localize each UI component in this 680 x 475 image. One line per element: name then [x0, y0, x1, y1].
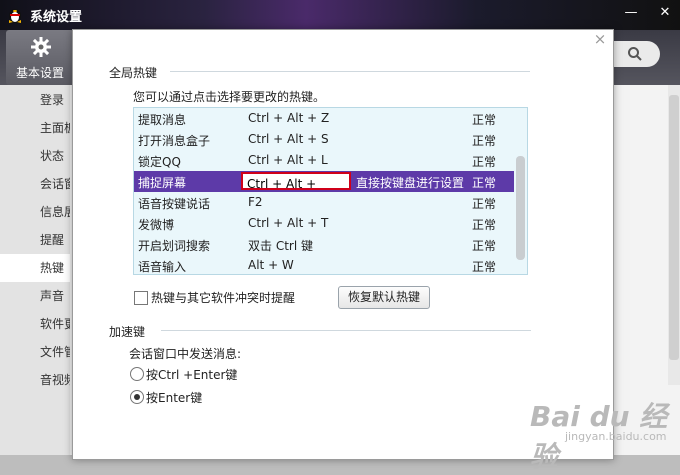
- sidebar-item-audio-video[interactable]: 音视频: [0, 366, 70, 394]
- conflict-alert-label[interactable]: 热键与其它软件冲突时提醒: [151, 289, 295, 306]
- hotkey-name: 提取消息: [138, 113, 187, 127]
- hotkey-row[interactable]: 开启划词搜索 双击 Ctrl 键 正常: [134, 234, 514, 255]
- radio-enter[interactable]: [130, 390, 144, 404]
- hotkeys-hint: 您可以通过点击选择要更改的热键。: [133, 90, 326, 104]
- hotkey-combo: Ctrl + Alt + Z: [248, 111, 330, 125]
- sidebar-item-chat-window[interactable]: 会话窗: [0, 170, 70, 198]
- hotkey-status: 正常: [472, 197, 497, 211]
- radio-ctrl-enter[interactable]: [130, 367, 144, 381]
- conflict-alert-checkbox[interactable]: [134, 291, 148, 305]
- sidebar-item-reminders[interactable]: 提醒: [0, 226, 70, 254]
- window-title: 系统设置: [30, 10, 83, 25]
- hotkey-name: 语音按键说话: [138, 197, 211, 211]
- sidebar-item-login[interactable]: 登录: [0, 86, 70, 114]
- hotkey-list-scrollbar-thumb[interactable]: [516, 156, 525, 260]
- hotkey-name: 锁定QQ: [138, 155, 181, 169]
- hotkey-row[interactable]: 语音输入 Alt + W 正常: [134, 255, 514, 274]
- hotkey-list: 提取消息 Ctrl + Alt + Z 正常 打开消息盒子 Ctrl + Alt…: [133, 107, 528, 275]
- radio-enter-label[interactable]: 按Enter键: [146, 389, 202, 406]
- hotkey-row-selected[interactable]: 捕捉屏幕 Ctrl + Alt + 直接按键盘进行设置 正常: [134, 171, 514, 192]
- hotkey-status: 正常: [472, 239, 497, 253]
- hotkey-name: 发微博: [138, 218, 175, 232]
- hotkey-edit-field[interactable]: Ctrl + Alt +: [241, 172, 351, 191]
- hotkey-status: 正常: [472, 134, 497, 148]
- qq-penguin-icon: [6, 6, 24, 24]
- search-icon: [628, 47, 642, 61]
- sidebar-item-file-management[interactable]: 文件管: [0, 338, 70, 366]
- hotkey-name: 捕捉屏幕: [138, 176, 187, 190]
- dialog-close-button[interactable]: ×: [592, 31, 608, 47]
- sidebar-item-info-display[interactable]: 信息展: [0, 198, 70, 226]
- hotkey-row[interactable]: 锁定QQ Ctrl + Alt + L 正常: [134, 150, 514, 171]
- hotkey-row[interactable]: 发微博 Ctrl + Alt + T 正常: [134, 213, 514, 234]
- hotkey-row[interactable]: 打开消息盒子 Ctrl + Alt + S 正常: [134, 129, 514, 150]
- sidebar-item-software-update[interactable]: 软件更: [0, 310, 70, 338]
- title-bar: 系统设置 — ✕: [0, 0, 680, 30]
- hotkey-combo: 双击 Ctrl 键: [248, 239, 313, 253]
- send-message-label: 会话窗口中发送消息:: [129, 347, 242, 361]
- hotkey-status: 正常: [472, 260, 497, 274]
- tab-basic-settings[interactable]: 基本设置: [6, 30, 74, 85]
- hotkey-status: 正常: [472, 218, 497, 232]
- hotkey-row[interactable]: 语音按键说话 F2 正常: [134, 192, 514, 213]
- hotkey-edit-value: Ctrl + Alt +: [247, 177, 317, 191]
- close-window-button[interactable]: ✕: [652, 2, 678, 24]
- section-divider: [170, 71, 530, 72]
- section-divider: [161, 330, 531, 331]
- settings-sidebar: 登录 主面板 状态 会话窗 信息展 提醒 热键 声音 软件更 文件管 音视频: [0, 85, 70, 475]
- minimize-button[interactable]: —: [618, 2, 644, 24]
- content-scrollbar-thumb[interactable]: [669, 95, 679, 360]
- hotkey-name: 语音输入: [138, 260, 187, 274]
- sidebar-item-hotkeys[interactable]: 热键: [0, 254, 70, 282]
- hotkey-row[interactable]: 提取消息 Ctrl + Alt + Z 正常: [134, 108, 514, 129]
- baidu-watermark-url: jingyan.baidu.com: [565, 430, 667, 443]
- hotkey-status: 正常: [472, 176, 497, 190]
- radio-ctrl-enter-label[interactable]: 按Ctrl +Enter键: [146, 366, 237, 383]
- hotkey-name: 打开消息盒子: [138, 134, 211, 148]
- hotkey-combo: Ctrl + Alt + L: [248, 153, 328, 167]
- global-hotkeys-title: 全局热键: [109, 66, 158, 80]
- restore-default-hotkeys-button[interactable]: 恢复默认热键: [338, 286, 430, 309]
- hotkey-status: 正常: [472, 113, 497, 127]
- hotkey-combo: Ctrl + Alt + S: [248, 132, 329, 146]
- sidebar-item-sound[interactable]: 声音: [0, 282, 70, 310]
- sidebar-item-status[interactable]: 状态: [0, 142, 70, 170]
- hotkey-status: 正常: [472, 155, 497, 169]
- hotkey-combo: Ctrl + Alt + T: [248, 216, 329, 230]
- hotkey-combo: F2: [248, 195, 263, 209]
- hotkey-instruction: 直接按键盘进行设置: [356, 176, 465, 190]
- tab-basic-settings-label: 基本设置: [15, 66, 64, 80]
- accelerator-keys-title: 加速键: [109, 325, 146, 339]
- hotkey-combo: Alt + W: [248, 258, 294, 272]
- gear-icon: [30, 36, 52, 58]
- radio-selected-dot: [134, 394, 140, 400]
- sidebar-item-main-panel[interactable]: 主面板: [0, 114, 70, 142]
- hotkey-name: 开启划词搜索: [138, 239, 211, 253]
